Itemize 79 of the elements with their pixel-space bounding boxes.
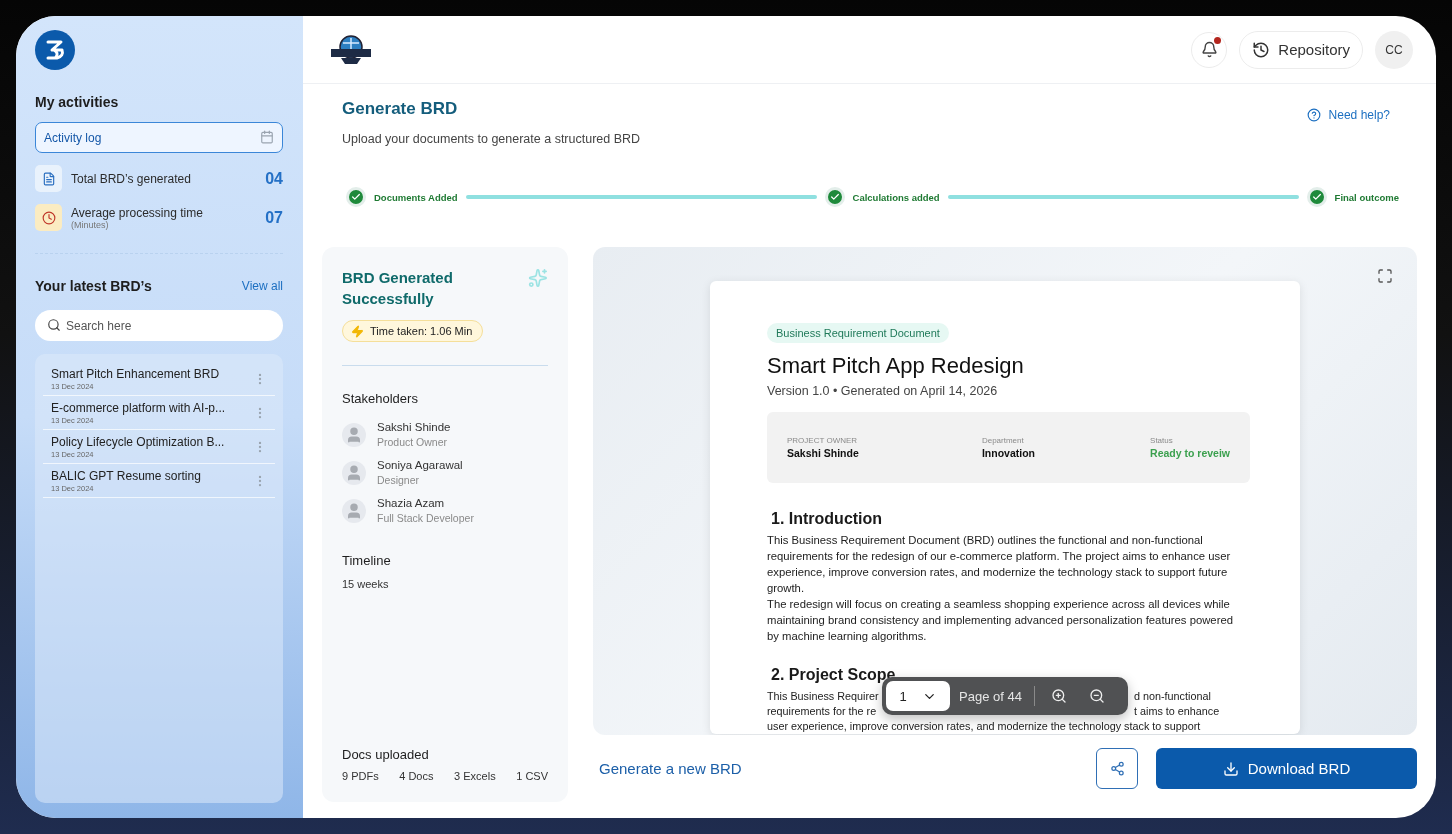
download-button[interactable]: Download BRD bbox=[1156, 748, 1417, 789]
page-select[interactable]: 1 bbox=[886, 681, 950, 711]
info-value: Sakshi Shinde bbox=[787, 447, 859, 459]
brd-title: Policy Lifecycle Optimization B... bbox=[51, 435, 226, 449]
brd-title: E-commerce platform with AI-p... bbox=[51, 401, 227, 415]
repository-button[interactable]: Repository bbox=[1239, 30, 1363, 69]
activity-log-field[interactable]: Activity log bbox=[35, 122, 283, 153]
brd-title: BALIC GPT Resume sorting bbox=[51, 469, 202, 483]
paragraph: The redesign will focus on creating a seamless shopping experience across all devices while maintaining brand consistency and implementing advanced personalization features powered by machine learning algorithms. bbox=[767, 597, 1234, 644]
clock-icon bbox=[41, 210, 56, 225]
doc-count: 3 Excels bbox=[454, 770, 496, 782]
document-title: Smart Pitch App Redesign bbox=[767, 353, 1025, 379]
fullscreen-icon[interactable] bbox=[1377, 268, 1395, 286]
info-label: Department bbox=[981, 436, 1025, 445]
avatar-icon bbox=[342, 498, 366, 523]
stakeholder-name: Shazia Azam bbox=[377, 497, 446, 509]
stakeholder-name: Sakshi Shinde bbox=[377, 421, 451, 433]
help-link[interactable]: Need help? bbox=[1306, 107, 1390, 123]
info-value: Ready to reveiw bbox=[1150, 447, 1230, 459]
section-heading: Timeline bbox=[342, 553, 392, 568]
paragraph-line: user experience, improve conversion rates, and modernize the technology stack to support bbox=[767, 719, 1202, 734]
info-label: Status bbox=[1150, 436, 1174, 445]
section-heading: Docs uploaded bbox=[342, 747, 430, 762]
section-title: My activities bbox=[35, 94, 120, 110]
logo-icon bbox=[35, 30, 75, 70]
share-button[interactable] bbox=[1096, 748, 1138, 789]
page-count: Page of 44 bbox=[959, 688, 1022, 704]
share-icon bbox=[1109, 761, 1125, 776]
generate-new-link[interactable]: Generate a new BRD bbox=[599, 760, 742, 777]
brd-title: Smart Pitch Enhancement BRD bbox=[51, 367, 221, 381]
stat-sublabel: (Minutes) bbox=[71, 219, 109, 230]
stakeholder-name: Soniya Agarawal bbox=[377, 459, 463, 471]
section-heading: 2. Project Scope bbox=[771, 665, 897, 684]
timeline-value: 15 weeks bbox=[342, 578, 390, 590]
avatar-icon bbox=[342, 422, 366, 447]
bell-icon bbox=[1200, 41, 1218, 58]
search-field[interactable]: Search here bbox=[35, 310, 283, 341]
user-avatar[interactable]: CC bbox=[1375, 30, 1413, 69]
info-value: Innovation bbox=[981, 447, 1036, 459]
time-taken-chip: Time taken: 1.06 Min bbox=[342, 320, 484, 342]
lightning-icon bbox=[351, 324, 364, 338]
stat-value: 07 bbox=[265, 208, 283, 227]
view-all-link[interactable]: View all bbox=[241, 279, 283, 293]
stat-value: 04 bbox=[265, 169, 283, 188]
step-label: Documents Added bbox=[374, 191, 458, 203]
doc-count: 1 CSV bbox=[516, 770, 548, 782]
stakeholder-role: Full Stack Developer bbox=[377, 512, 474, 524]
step-label: Final outcome bbox=[1334, 191, 1399, 203]
calendar-icon bbox=[260, 130, 274, 144]
stat-label: Total BRD’s generated bbox=[71, 171, 192, 186]
page-title: Generate BRD bbox=[342, 99, 459, 119]
paragraph: This Business Requirement Document (BRD) outlines the functional and non-functional requirements for the redesign of our e-commerce platform. The project aims to enhance user experience, improve conversion rates, and modernize the technology stack to support future growth. bbox=[767, 533, 1232, 596]
notification-button[interactable] bbox=[1191, 31, 1228, 68]
document-icon bbox=[41, 171, 56, 186]
history-icon bbox=[1252, 40, 1271, 59]
page-subtitle: Upload your documents to generate a structured BRD bbox=[342, 132, 641, 146]
card-title: BRD Generated Successfully bbox=[342, 268, 454, 309]
download-icon bbox=[1222, 760, 1239, 777]
stat-label: Average processing time bbox=[71, 205, 204, 220]
paragraph-line: requirements for the re bbox=[767, 704, 878, 719]
section-heading: Stakeholders bbox=[342, 391, 419, 406]
doc-count: 4 Docs bbox=[399, 770, 434, 782]
paragraph-line: t aims to enhance bbox=[1134, 704, 1221, 719]
help-icon bbox=[1306, 108, 1321, 122]
paragraph-line: This Business Requirer bbox=[767, 689, 880, 704]
section-title: Your latest BRD’s bbox=[35, 278, 152, 294]
paragraph-line: d non-functional bbox=[1134, 689, 1212, 704]
section-heading: 1. Introduction bbox=[771, 509, 884, 528]
stakeholder-role: Product Owner bbox=[377, 436, 449, 448]
doc-count: 9 PDFs bbox=[342, 770, 379, 782]
document-meta: Version 1.0 • Generated on April 14, 2026 bbox=[767, 384, 999, 398]
sparkles-icon bbox=[528, 267, 548, 289]
info-label: PROJECT OWNER bbox=[787, 436, 859, 445]
logo-icon bbox=[329, 33, 373, 66]
document-type-tag: Business Requirement Document bbox=[767, 323, 949, 343]
step-label: Calculations added bbox=[852, 191, 940, 203]
stakeholder-role: Designer bbox=[377, 474, 421, 486]
avatar-icon bbox=[342, 460, 366, 485]
search-icon bbox=[47, 318, 61, 332]
